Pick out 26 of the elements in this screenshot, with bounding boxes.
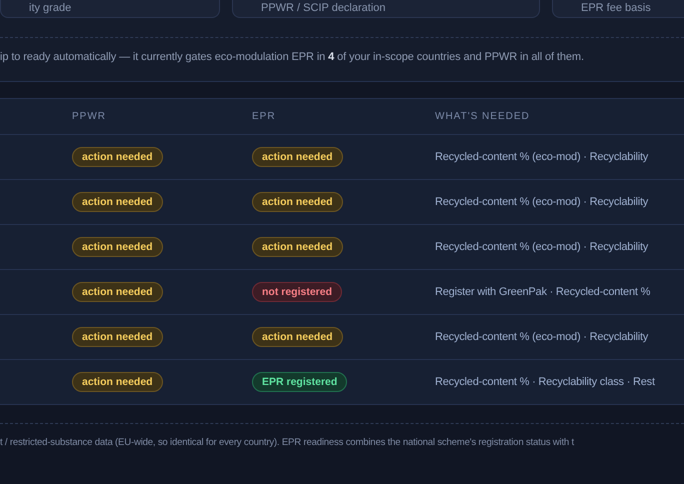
column-header: PPWR xyxy=(72,111,107,122)
status-badge: action needed xyxy=(252,192,343,212)
status-badge: action needed xyxy=(72,327,163,347)
status-badge: action needed xyxy=(72,237,163,257)
status-badge: action needed xyxy=(72,147,163,167)
table-cell: Register with GreenPak · Recycled-content % xyxy=(435,286,650,298)
column-header: EPR xyxy=(252,111,277,122)
status-badge: action needed xyxy=(252,327,343,347)
table-cell: Recycled-content % (eco-mod) · Recyclability xyxy=(435,331,648,343)
status-badge: EPR registered xyxy=(252,372,348,392)
status-badge: not registered xyxy=(252,282,342,302)
table-cell: Recycled-content % · Recyclability class · Rest xyxy=(435,376,655,388)
status-badge: action needed xyxy=(72,192,163,212)
summary-card: EPR fee basis xyxy=(552,0,684,18)
table-cell: Recycled-content % (eco-mod) · Recyclability xyxy=(435,196,648,208)
readiness-note: ip to ready automatically — it currently gates eco-modulation EPR in 4 of your in-scope countries and PPWR in all of them. xyxy=(0,50,585,65)
summary-card: PPWR / SCIP declaration xyxy=(232,0,540,18)
status-badge: action needed xyxy=(72,372,163,392)
table-cell: Recycled-content % (eco-mod) · Recyclability xyxy=(435,241,648,253)
status-badge: action needed xyxy=(252,237,343,257)
status-badge: action needed xyxy=(72,282,163,302)
column-header: WHAT'S NEEDED xyxy=(435,111,531,122)
footnote: t / restricted-substance data (EU-wide, so identical for every country). EPR readiness combines the national scheme's registration status with t xyxy=(0,437,574,448)
table-cell: Recycled-content % (eco-mod) · Recyclability xyxy=(435,151,648,163)
summary-card: ity grade xyxy=(0,0,220,18)
status-badge: action needed xyxy=(252,147,343,167)
